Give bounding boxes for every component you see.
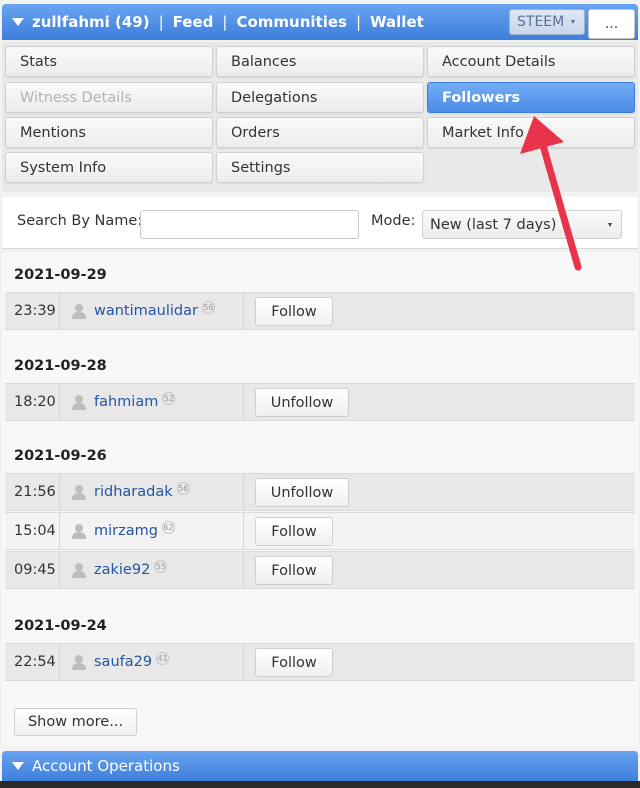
follower-name-link[interactable]: ridharadak bbox=[94, 484, 173, 500]
menu-delegations[interactable]: Delegations bbox=[216, 82, 424, 113]
search-name-input[interactable] bbox=[140, 210, 359, 239]
user-icon bbox=[72, 394, 86, 410]
reputation-badge: 41 bbox=[156, 651, 170, 665]
menu-system-info[interactable]: System Info bbox=[5, 152, 213, 183]
table-row: 23:39 wantimaulidar 56 Follow bbox=[5, 292, 635, 330]
table-row: 22:54 saufa29 41 Follow bbox=[5, 643, 635, 681]
coin-select[interactable]: STEEM bbox=[509, 9, 585, 35]
unfollow-button[interactable]: Unfollow bbox=[255, 478, 349, 507]
follower-cell: fahmiam 52 bbox=[61, 384, 244, 420]
screen-bottom-edge bbox=[0, 781, 640, 788]
follower-cell: mirzamg 62 bbox=[61, 513, 244, 549]
follower-name-link[interactable]: saufa29 bbox=[94, 654, 152, 670]
menu-orders[interactable]: Orders bbox=[216, 117, 424, 148]
nav-separator: | bbox=[355, 13, 362, 31]
follow-time: 18:20 bbox=[5, 384, 60, 420]
unfollow-button[interactable]: Unfollow bbox=[255, 388, 349, 417]
table-row: 18:20 fahmiam 52 Unfollow bbox=[5, 383, 635, 421]
annotation-arrow-icon bbox=[520, 116, 582, 271]
table-row: 09:45 zakie92 55 Follow bbox=[5, 551, 635, 589]
table-row: 15:04 mirzamg 62 Follow bbox=[5, 512, 635, 550]
reputation-badge: 62 bbox=[161, 520, 175, 534]
reputation-badge: 56 bbox=[176, 481, 190, 495]
follower-cell: saufa29 41 bbox=[61, 644, 244, 680]
menu-settings[interactable]: Settings bbox=[216, 152, 424, 183]
menu-stats[interactable]: Stats bbox=[5, 46, 213, 77]
date-heading: 2021-09-26 bbox=[14, 448, 107, 464]
nav-communities-link[interactable]: Communities bbox=[236, 13, 347, 31]
follow-button[interactable]: Follow bbox=[255, 648, 333, 677]
dropdown-caret-icon bbox=[571, 20, 575, 24]
user-icon bbox=[72, 654, 86, 670]
follow-button[interactable]: Follow bbox=[255, 517, 333, 546]
more-menu-button[interactable]: ... bbox=[588, 9, 635, 39]
follow-time: 22:54 bbox=[5, 644, 60, 680]
follow-time: 09:45 bbox=[5, 552, 60, 588]
menu-witness-details: Witness Details bbox=[5, 82, 213, 113]
follow-button[interactable]: Follow bbox=[255, 297, 333, 326]
follower-name-link[interactable]: zakie92 bbox=[94, 562, 150, 578]
user-icon bbox=[72, 484, 86, 500]
menu-followers[interactable]: Followers bbox=[427, 82, 635, 113]
search-label: Search By Name: bbox=[17, 213, 143, 229]
follow-button[interactable]: Follow bbox=[255, 556, 333, 585]
follow-time: 23:39 bbox=[5, 293, 60, 329]
follow-time: 21:56 bbox=[5, 474, 60, 510]
nav-separator: | bbox=[158, 13, 164, 31]
menu-mentions[interactable]: Mentions bbox=[5, 117, 213, 148]
header-bar: zullfahmi (49) | Feed | Communities | Wa… bbox=[2, 4, 638, 40]
dropdown-caret-icon bbox=[608, 223, 612, 227]
app-frame: zullfahmi (49) | Feed | Communities | Wa… bbox=[0, 0, 640, 788]
reputation-badge: 55 bbox=[154, 559, 168, 573]
menu-balances[interactable]: Balances bbox=[216, 46, 424, 77]
nav-separator: | bbox=[222, 13, 228, 31]
user-icon bbox=[72, 562, 86, 578]
follower-name-link[interactable]: wantimaulidar bbox=[94, 303, 198, 319]
coin-select-value: STEEM bbox=[517, 14, 565, 30]
user-icon bbox=[72, 523, 86, 539]
account-operations-label: Account Operations bbox=[32, 757, 180, 775]
date-heading: 2021-09-24 bbox=[14, 618, 107, 634]
account-name-link[interactable]: zullfahmi (49) bbox=[32, 13, 150, 31]
mode-label: Mode: bbox=[371, 213, 416, 229]
follower-cell: wantimaulidar 56 bbox=[61, 293, 244, 329]
follower-name-link[interactable]: fahmiam bbox=[94, 394, 158, 410]
followers-list: 2021-09-29 23:39 wantimaulidar 56 Follow… bbox=[2, 252, 638, 746]
follow-time: 15:04 bbox=[5, 513, 60, 549]
reputation-badge: 56 bbox=[201, 300, 215, 314]
nav-wallet-link[interactable]: Wallet bbox=[370, 13, 424, 31]
table-row: 21:56 ridharadak 56 Unfollow bbox=[5, 473, 635, 511]
show-more-button[interactable]: Show more... bbox=[14, 708, 137, 736]
date-heading: 2021-09-28 bbox=[14, 358, 107, 374]
follower-cell: zakie92 55 bbox=[61, 552, 244, 588]
date-heading: 2021-09-29 bbox=[14, 267, 107, 283]
menu-account-details[interactable]: Account Details bbox=[427, 46, 635, 77]
nav-feed-link[interactable]: Feed bbox=[173, 13, 214, 31]
user-icon bbox=[72, 303, 86, 319]
collapse-caret-icon bbox=[12, 762, 24, 770]
collapse-caret-icon[interactable] bbox=[12, 18, 24, 26]
follower-name-link[interactable]: mirzamg bbox=[94, 523, 158, 539]
account-operations-header[interactable]: Account Operations bbox=[2, 751, 638, 781]
follower-cell: ridharadak 56 bbox=[61, 474, 244, 510]
reputation-badge: 52 bbox=[162, 391, 176, 405]
